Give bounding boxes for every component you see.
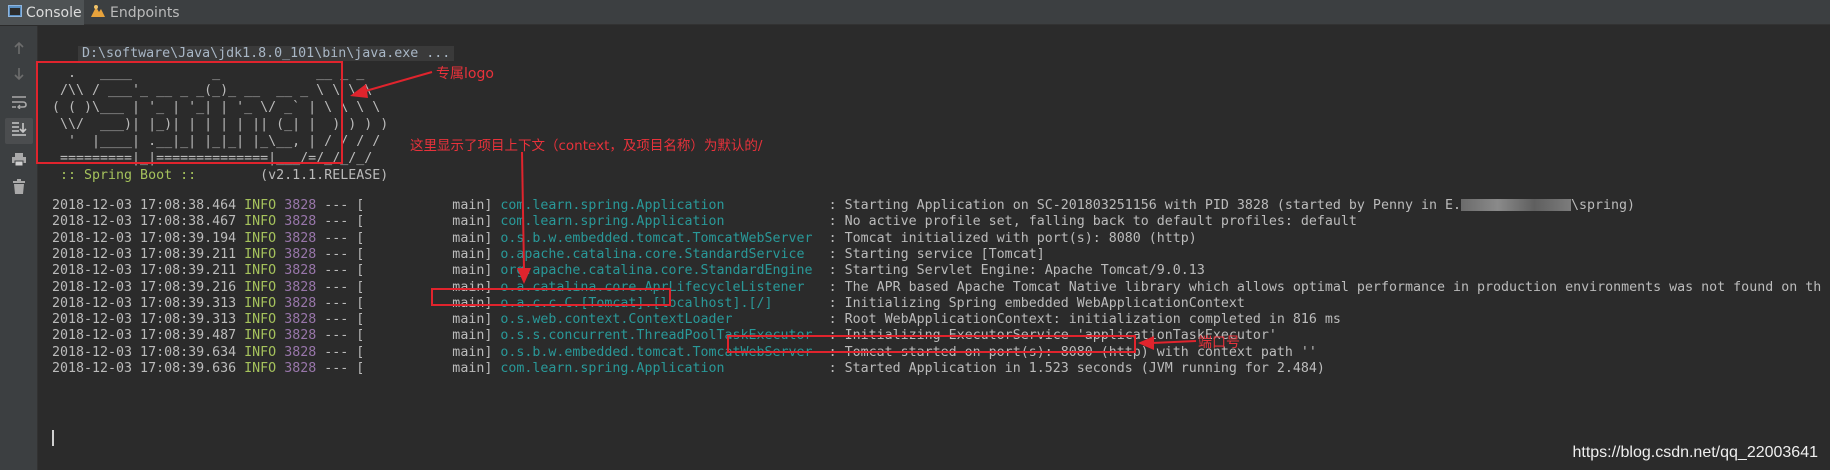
- logo-annotation: 专属logo: [436, 66, 494, 82]
- watermark: https://blog.csdn.net/qq_22003641: [1572, 444, 1818, 461]
- annotation-arrows: [350, 71, 1197, 350]
- port-annotation: 端口号: [1198, 335, 1240, 351]
- context-annotation: 这里显示了项目上下文（context，及项目名称）为默认的/: [410, 138, 763, 154]
